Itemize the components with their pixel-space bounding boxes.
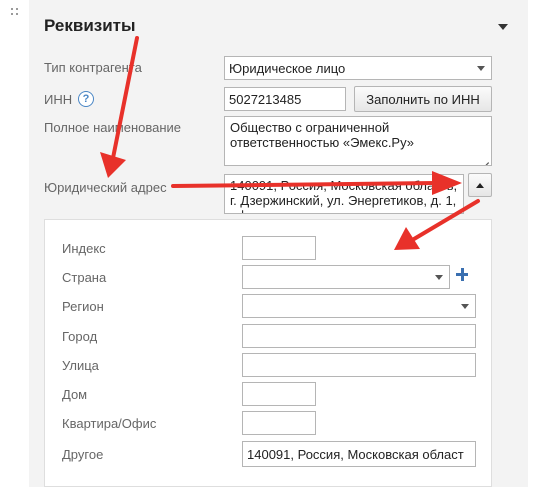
region-select[interactable]: [242, 294, 476, 318]
legal-address-textarea[interactable]: 140091, Россия, Московская область, г. Д…: [224, 174, 464, 214]
inn-label: ИНН: [44, 92, 73, 107]
other-value: 140091, Россия, Московская област: [247, 446, 464, 462]
chevron-down-icon: [435, 275, 443, 280]
contractor-type-select[interactable]: Юридическое лицо: [224, 56, 492, 80]
city-label: Город: [62, 329, 98, 344]
other-input[interactable]: 140091, Россия, Московская област: [242, 441, 476, 467]
inn-value: 5027213485: [229, 91, 302, 107]
full-name-label: Полное наименование: [44, 120, 182, 135]
apartment-label: Квартира/Офис: [62, 416, 157, 431]
full-name-textarea[interactable]: Общество с ограниченной ответственностью…: [224, 116, 492, 166]
full-name-value: Общество с ограниченной ответственностью…: [230, 120, 414, 150]
collapse-triangle-icon[interactable]: [498, 24, 508, 30]
apartment-input[interactable]: [242, 411, 316, 435]
help-icon[interactable]: ?: [78, 91, 94, 107]
country-select[interactable]: [242, 265, 450, 289]
other-label: Другое: [62, 447, 104, 462]
index-label: Индекс: [62, 241, 106, 256]
contractor-type-value: Юридическое лицо: [229, 60, 346, 76]
chevron-down-icon: [477, 66, 485, 71]
collapse-address-button[interactable]: [468, 173, 492, 197]
legal-address-value: 140091, Россия, Московская область, г. Д…: [230, 178, 458, 213]
index-input[interactable]: [242, 236, 316, 260]
region-label: Регион: [62, 299, 104, 314]
country-label: Страна: [62, 270, 107, 285]
street-input[interactable]: [242, 353, 476, 377]
street-label: Улица: [62, 358, 99, 373]
drag-handle-icon[interactable]: [11, 8, 23, 18]
fill-by-inn-button[interactable]: Заполнить по ИНН: [354, 86, 492, 112]
city-input[interactable]: [242, 324, 476, 348]
contractor-type-label: Тип контрагента: [44, 60, 142, 75]
chevron-down-icon: [461, 304, 469, 309]
house-input[interactable]: [242, 382, 316, 406]
resize-grip-icon[interactable]: [480, 154, 489, 163]
legal-address-label: Юридический адрес: [44, 180, 167, 195]
house-label: Дом: [62, 387, 88, 402]
resize-grip-icon[interactable]: [452, 202, 461, 211]
add-country-plus-icon[interactable]: [456, 268, 470, 282]
inn-input[interactable]: 5027213485: [224, 87, 346, 111]
triangle-up-icon: [476, 182, 484, 188]
section-title: Реквизиты: [44, 16, 136, 35]
